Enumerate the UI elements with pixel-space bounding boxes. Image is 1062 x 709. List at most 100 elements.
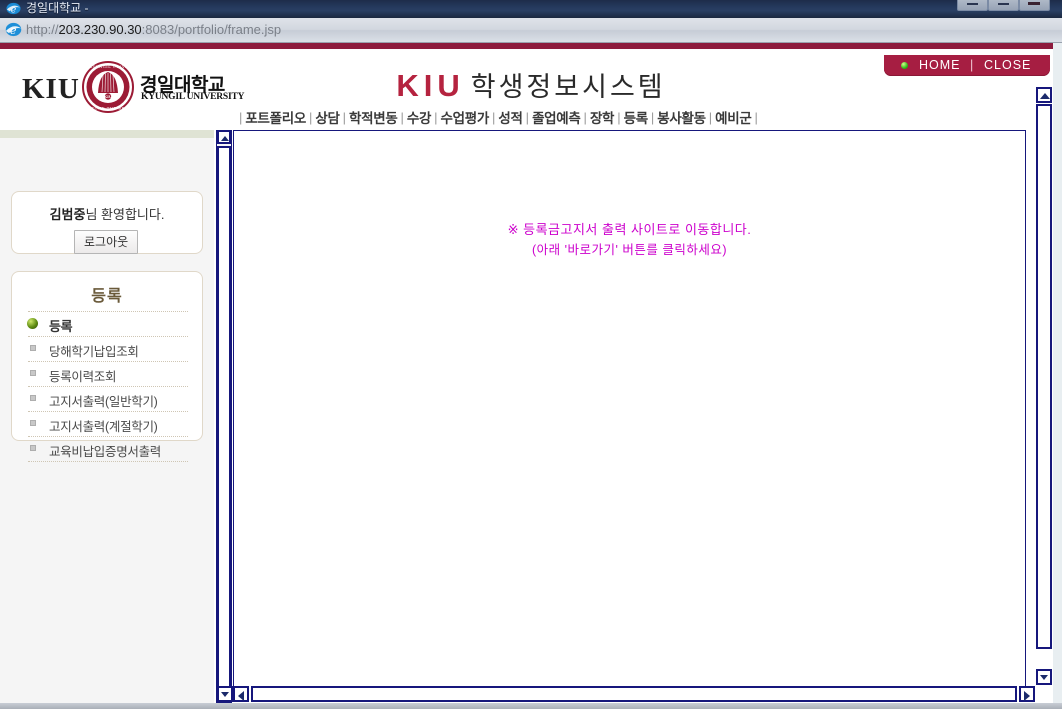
nav-item-6[interactable]: 성적 [498, 107, 523, 127]
svg-text:e: e [11, 4, 17, 15]
welcome-user-name: 김범중 [49, 207, 86, 222]
sidebar-scroll-down-button[interactable] [217, 686, 233, 702]
nav-separator: | [754, 109, 758, 125]
page-scroll-thumb[interactable] [1036, 104, 1052, 649]
bullet-icon [30, 445, 36, 451]
sidebar-scroll-thumb[interactable] [217, 146, 231, 703]
welcome-suffix: 님 환영합니다. [85, 207, 165, 222]
sidebar-menu-item-1[interactable]: 등록 [27, 311, 188, 336]
nav-separator: | [583, 109, 587, 125]
browser-address-bar[interactable]: e http://203.230.90.30:8083/portfolio/fr… [0, 18, 1062, 43]
address-bar-url[interactable]: http://203.230.90.30:8083/portfolio/fram… [26, 22, 281, 37]
site-title-text: 학생정보시스템 [470, 72, 666, 102]
main-content-frame: ※ 등록금고지서 출력 사이트로 이동합니다. (아래 '바로가기' 버튼를 클… [233, 130, 1026, 709]
nav-separator: | [309, 109, 313, 125]
nav-separator: | [492, 109, 496, 125]
sidebar-menu-item-label: 당해학기납입조회 [49, 345, 139, 359]
hscroll-left-button[interactable] [233, 686, 249, 702]
sidebar-top-band [0, 130, 214, 138]
hscroll-right-button[interactable] [1019, 686, 1035, 702]
bullet-icon [30, 420, 36, 426]
site-title-mark: KIU [396, 68, 465, 103]
bullet-icon [30, 395, 36, 401]
nav-item-11[interactable]: 예비군 [715, 107, 752, 127]
notice-message: ※ 등록금고지서 출력 사이트로 이동합니다. (아래 '바로가기' 버튼를 클… [234, 219, 1025, 258]
nav-item-2[interactable]: 상담 [315, 107, 340, 127]
notice-line-1: ※ 등록금고지서 출력 사이트로 이동합니다. [507, 222, 752, 237]
page-vertical-scrollbar[interactable] [1035, 87, 1053, 666]
bullet-icon [30, 370, 36, 376]
svg-text:e: e [10, 24, 17, 37]
page-scroll-up-button[interactable] [1036, 87, 1052, 103]
window-close-button[interactable] [1019, 0, 1050, 11]
sidebar-menu-item-3[interactable]: 등록이력조회 [28, 361, 188, 386]
sidebar-menu-box: 등록 등록당해학기납입조회등록이력조회고지서출력(일반학기) 고지서출력(계절학기… [11, 271, 203, 462]
arrow-right-icon [1024, 691, 1030, 701]
sidebar-menu-item-label: 교육비납입증명서출력 [49, 445, 162, 459]
sidebar-menu-bottom-divider [28, 461, 188, 462]
page-favicon-icon: e [5, 21, 22, 38]
bullet-icon [30, 345, 36, 351]
url-host: 203.230.90.30 [58, 22, 142, 37]
right-gutter [1053, 43, 1062, 709]
nav-separator: | [400, 109, 404, 125]
nav-item-1[interactable]: 포트폴리오 [245, 107, 306, 127]
sidebar: 김범중님 환영합니다. 로그아웃 등록 등록당해학기납입조회등록이력조회고지서출… [0, 130, 214, 709]
window-title-bar: e 경일대학교 - [0, 0, 1062, 18]
sidebar-menu-item-label: 고지서출력(일반학기) [49, 395, 158, 409]
url-protocol: http:// [26, 22, 59, 37]
arrow-up-icon [221, 136, 229, 141]
window-bottom-strip [0, 703, 1062, 709]
hscroll-track[interactable] [251, 686, 1017, 702]
body-area: 김범중님 환영합니다. 로그아웃 등록 등록당해학기납입조회등록이력조회고지서출… [0, 130, 1062, 709]
arrow-left-icon [238, 691, 244, 701]
sidebar-menu-title: 등록 [91, 288, 123, 305]
welcome-message: 김범중님 환영합니다. [12, 204, 202, 223]
nav-separator: | [342, 109, 347, 125]
sidebar-menu-list: 등록당해학기납입조회등록이력조회고지서출력(일반학기) 고지서출력(계절학기) 교육… [27, 311, 188, 462]
sidebar-scroll-up-button[interactable] [217, 130, 231, 144]
nav-separator: | [708, 109, 713, 125]
window-title-text: 경일대학교 - [26, 1, 89, 15]
sidebar-menu-item-5[interactable]: 고지서출력(계절학기) [28, 411, 188, 436]
window-maximize-button[interactable] [988, 0, 1019, 11]
arrow-down-icon [1040, 675, 1048, 680]
logout-button[interactable]: 로그아웃 [74, 230, 139, 254]
url-path: :8083/portfolio/frame.jsp [141, 22, 282, 37]
active-bullet-icon [27, 318, 38, 329]
nav-item-7[interactable]: 졸업예측 [532, 107, 581, 127]
main-navigation: | 포트폴리오 | 상담 | 학적변동 | 수강 | 수업평가 | 성적 | 졸업예측 | 장학 | 등록 | 봉사활… [0, 107, 1062, 131]
notice-line-2: (아래 '바로가기' 버튼를 클릭하세요) [531, 243, 728, 257]
window-minimize-button[interactable] [957, 0, 988, 11]
nav-item-5[interactable]: 수업평가 [441, 107, 490, 127]
home-close-separator: | [970, 58, 974, 72]
sidebar-menu-item-label: 등록이력조회 [49, 370, 117, 384]
sidebar-menu-item-4[interactable]: 고지서출력(일반학기) [28, 386, 188, 411]
status-dot-icon [901, 62, 908, 69]
sidebar-menu-item-6[interactable]: 교육비납입증명서출력 [28, 436, 188, 461]
nav-separator: | [617, 109, 621, 125]
nav-item-9[interactable]: 등록 [624, 107, 649, 127]
home-link[interactable]: HOME [919, 58, 961, 72]
nav-item-10[interactable]: 봉사활동 [657, 107, 706, 127]
nav-separator: | [650, 109, 655, 125]
welcome-box: 김범중님 환영합니다. 로그아웃 [11, 191, 203, 254]
sidebar-vertical-scrollbar[interactable] [216, 130, 232, 709]
sidebar-menu-item-label: 등록 [49, 319, 73, 334]
nav-separator: | [434, 109, 438, 125]
nav-item-3[interactable]: 학적변동 [349, 107, 398, 127]
close-link[interactable]: CLOSE [984, 58, 1031, 72]
sidebar-menu-item-2[interactable]: 당해학기납입조회 [28, 336, 188, 361]
nav-separator: | [525, 109, 530, 125]
site-header: KIU KIU KYUNGIL UNIV. BEYOND THE BEST 경일… [0, 49, 1062, 136]
sidebar-menu-item-label: 고지서출력(계절학기) [49, 420, 158, 434]
main-horizontal-scrollbar[interactable] [233, 686, 1035, 703]
nav-item-4[interactable]: 수강 [407, 107, 432, 127]
browser-icon: e [6, 1, 21, 16]
arrow-up-icon [1040, 93, 1050, 99]
nav-separator: | [239, 109, 243, 125]
arrow-down-icon [221, 692, 229, 697]
page-scroll-down-button[interactable] [1036, 669, 1052, 685]
page-content: KIU KIU KYUNGIL UNIV. BEYOND THE BEST 경일… [0, 43, 1062, 709]
nav-item-8[interactable]: 장학 [590, 107, 615, 127]
